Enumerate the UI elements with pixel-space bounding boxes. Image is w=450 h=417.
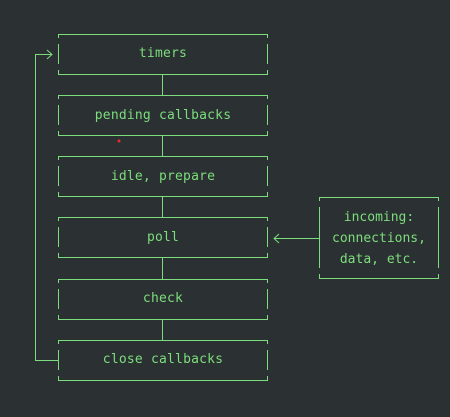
loop-back-arrow bbox=[35, 49, 58, 361]
phase-label-check: check bbox=[142, 291, 184, 306]
phase-label-poll: poll bbox=[146, 230, 180, 245]
incoming-line-3: data, etc. bbox=[339, 252, 419, 267]
red-dot-marker bbox=[117, 139, 121, 143]
incoming-to-poll-arrow bbox=[273, 233, 319, 244]
phase-label-timers: timers bbox=[138, 46, 188, 61]
event-loop-diagram: timers pending callbacks idle, prepare p… bbox=[0, 0, 450, 417]
phase-label-close-callbacks: close callbacks bbox=[102, 352, 224, 367]
incoming-line-1: incoming: bbox=[343, 210, 415, 225]
incoming-label: incoming: connections, data, etc. bbox=[319, 207, 439, 270]
phase-label-idle-prepare: idle, prepare bbox=[110, 169, 216, 184]
phase-label-pending-callbacks: pending callbacks bbox=[94, 108, 232, 123]
incoming-line-2: connections, bbox=[332, 231, 426, 246]
